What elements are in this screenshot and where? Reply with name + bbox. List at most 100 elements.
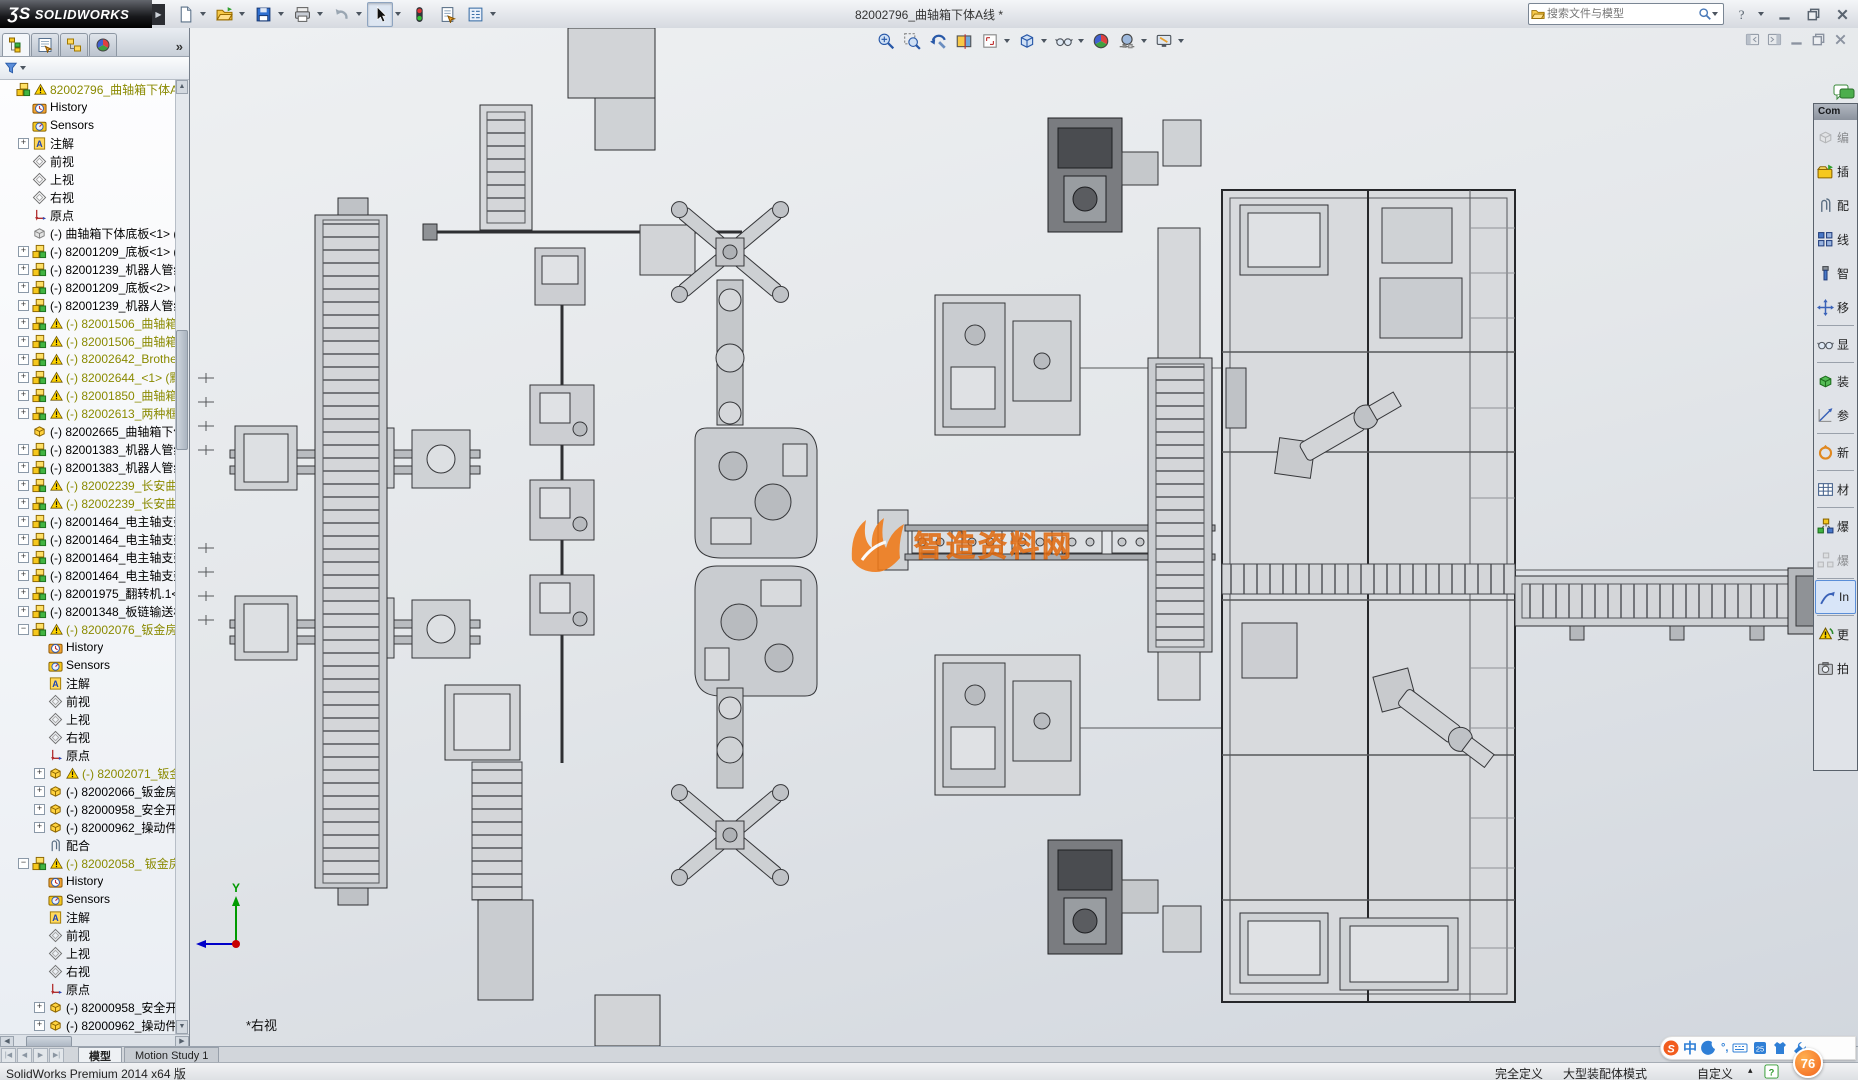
zoom-fit-button[interactable]	[874, 30, 898, 52]
custom-status-text[interactable]: 自定义	[1697, 1065, 1733, 1080]
move-component-button[interactable]: 移	[1814, 290, 1857, 324]
mate-button[interactable]: 配	[1814, 188, 1857, 222]
tree-item[interactable]: History	[0, 638, 189, 656]
update-button[interactable]: 更	[1814, 617, 1857, 651]
open-button[interactable]	[211, 2, 237, 27]
tree-item[interactable]: +(-) 82001464_电主轴支架	[0, 566, 189, 584]
restore-button[interactable]	[1801, 4, 1825, 24]
reference-geometry-button[interactable]: 参	[1814, 398, 1857, 432]
tree-item[interactable]: +(-) 82002239_长安曲轴	[0, 476, 189, 494]
select-dropdown-icon[interactable]	[395, 12, 401, 16]
tab-scroll-first-button[interactable]: |◀	[1, 1048, 16, 1063]
tab-displaymanager[interactable]	[89, 33, 117, 56]
ime-badge[interactable]: 76	[1793, 1048, 1823, 1078]
tree-expander[interactable]: +	[18, 246, 29, 257]
assembly-features-button[interactable]: 装	[1814, 364, 1857, 398]
tree-item[interactable]: +(-) 82002642_Brother	[0, 350, 189, 368]
tree-item[interactable]: 82002796_曲轴箱下体A线	[0, 80, 189, 98]
tree-expander[interactable]: +	[18, 498, 29, 509]
doc-minimize-icon[interactable]	[1789, 32, 1804, 47]
tree-item[interactable]: 原点	[0, 746, 189, 764]
tree-item[interactable]: Sensors	[0, 116, 189, 134]
tree-expander[interactable]: +	[18, 264, 29, 275]
print-button[interactable]	[289, 2, 315, 27]
tree-expander[interactable]: +	[18, 354, 29, 365]
tree-expander[interactable]: +	[34, 804, 45, 815]
properties-button[interactable]	[434, 2, 460, 27]
tree-expander[interactable]: +	[34, 822, 45, 833]
tree-item[interactable]: Sensors	[0, 656, 189, 674]
select-button[interactable]	[367, 2, 393, 27]
tree-expander[interactable]: +	[34, 1020, 45, 1031]
tree-item[interactable]: +(-) 82001383_机器人管线	[0, 440, 189, 458]
tree-item[interactable]: 上视	[0, 944, 189, 962]
tree-expander[interactable]: +	[18, 516, 29, 527]
close-icon[interactable]	[1830, 4, 1854, 24]
linear-pattern-button[interactable]: 线	[1814, 222, 1857, 256]
tree-item[interactable]: +(-) 82000958_安全开关	[0, 800, 189, 818]
tree-item[interactable]: History	[0, 98, 189, 116]
tree-item[interactable]: 前视	[0, 152, 189, 170]
tree-expander[interactable]: +	[34, 768, 45, 779]
tree-expander[interactable]: +	[18, 138, 29, 149]
help-button[interactable]: ?	[1729, 4, 1753, 24]
tree-item[interactable]: 上视	[0, 710, 189, 728]
tree-item[interactable]: +(-) 82002066_钣金房卷	[0, 782, 189, 800]
rebuild-stoplight-button[interactable]	[406, 2, 432, 27]
tab-scroll-prev-button[interactable]: ◀	[17, 1048, 32, 1063]
tree-item[interactable]: Sensors	[0, 890, 189, 908]
tree-expander[interactable]: +	[18, 372, 29, 383]
tabs-overflow-chevron[interactable]: »	[176, 39, 187, 56]
insert-component-button[interactable]: 插	[1814, 154, 1857, 188]
tree-item[interactable]: +(-) 82001209_底板<2> (默	[0, 278, 189, 296]
new-button[interactable]	[172, 2, 198, 27]
tree-item[interactable]: +(-) 82001464_电主轴支架	[0, 512, 189, 530]
tree-expander[interactable]: +	[34, 786, 45, 797]
search-icon[interactable]	[1698, 7, 1712, 21]
take-snapshot-button[interactable]: 拍	[1814, 651, 1857, 685]
show-hidden-button[interactable]: 显	[1814, 327, 1857, 361]
tree-item[interactable]: +(-) 82002644_<1> (默	[0, 368, 189, 386]
tree-expander[interactable]: +	[18, 552, 29, 563]
tree-item[interactable]: +(-) 82001464_电主轴支架	[0, 548, 189, 566]
tree-item[interactable]: +(-) 82001239_机器人管线	[0, 296, 189, 314]
edit-appearance-button[interactable]	[1089, 30, 1113, 52]
tab-propertymanager[interactable]	[31, 33, 59, 56]
tree-expander[interactable]: +	[18, 570, 29, 581]
doc-restore-icon[interactable]	[1811, 32, 1826, 47]
quick-tips-icon[interactable]: ?	[1764, 1064, 1779, 1079]
tree-item[interactable]: 原点	[0, 980, 189, 998]
scroll-down-icon[interactable]: ▼	[176, 1020, 188, 1034]
minimize-button[interactable]	[1772, 4, 1796, 24]
hide-show-items-button[interactable]	[1052, 30, 1076, 52]
tab-featuremanager[interactable]	[2, 33, 30, 56]
doc-close-icon[interactable]	[1833, 32, 1848, 47]
tree-item[interactable]: A注解	[0, 908, 189, 926]
tree-item[interactable]: +(-) 82000962_操动件<	[0, 818, 189, 836]
tab-scroll-last-button[interactable]: ▶|	[49, 1048, 64, 1063]
tree-item[interactable]: +(-) 82000962_操动件	[0, 1016, 189, 1034]
tree-expander[interactable]: +	[18, 282, 29, 293]
edit-component-button[interactable]: 编	[1814, 120, 1857, 154]
filter-dropdown-icon[interactable]	[20, 66, 26, 70]
scroll-up-icon[interactable]: ▲	[176, 80, 188, 94]
tree-item[interactable]: +(-) 82001383_机器人管线	[0, 458, 189, 476]
tab-model[interactable]: 模型	[78, 1047, 122, 1063]
display-style-button[interactable]	[1015, 30, 1039, 52]
tree-item[interactable]: +(-) 82001239_机器人管线	[0, 260, 189, 278]
save-button[interactable]	[250, 2, 276, 27]
tree-expander[interactable]: +	[18, 318, 29, 329]
tree-item[interactable]: History	[0, 872, 189, 890]
tree-expander[interactable]: +	[18, 480, 29, 491]
smart-fasteners-button[interactable]: 智	[1814, 256, 1857, 290]
tree-expander[interactable]: +	[18, 336, 29, 347]
tree-item[interactable]: +(-) 82002613_两种框架	[0, 404, 189, 422]
ime-punct-toggle[interactable]: °,	[1721, 1042, 1728, 1054]
tree-item[interactable]: 上视	[0, 170, 189, 188]
tree-item[interactable]: 右视	[0, 188, 189, 206]
section-view-button[interactable]	[952, 30, 976, 52]
search-input[interactable]	[1545, 7, 1698, 21]
ime-lang-toggle[interactable]: 中	[1683, 1038, 1697, 1058]
tree-expander[interactable]: −	[18, 858, 29, 869]
tree-expander[interactable]: +	[18, 534, 29, 545]
